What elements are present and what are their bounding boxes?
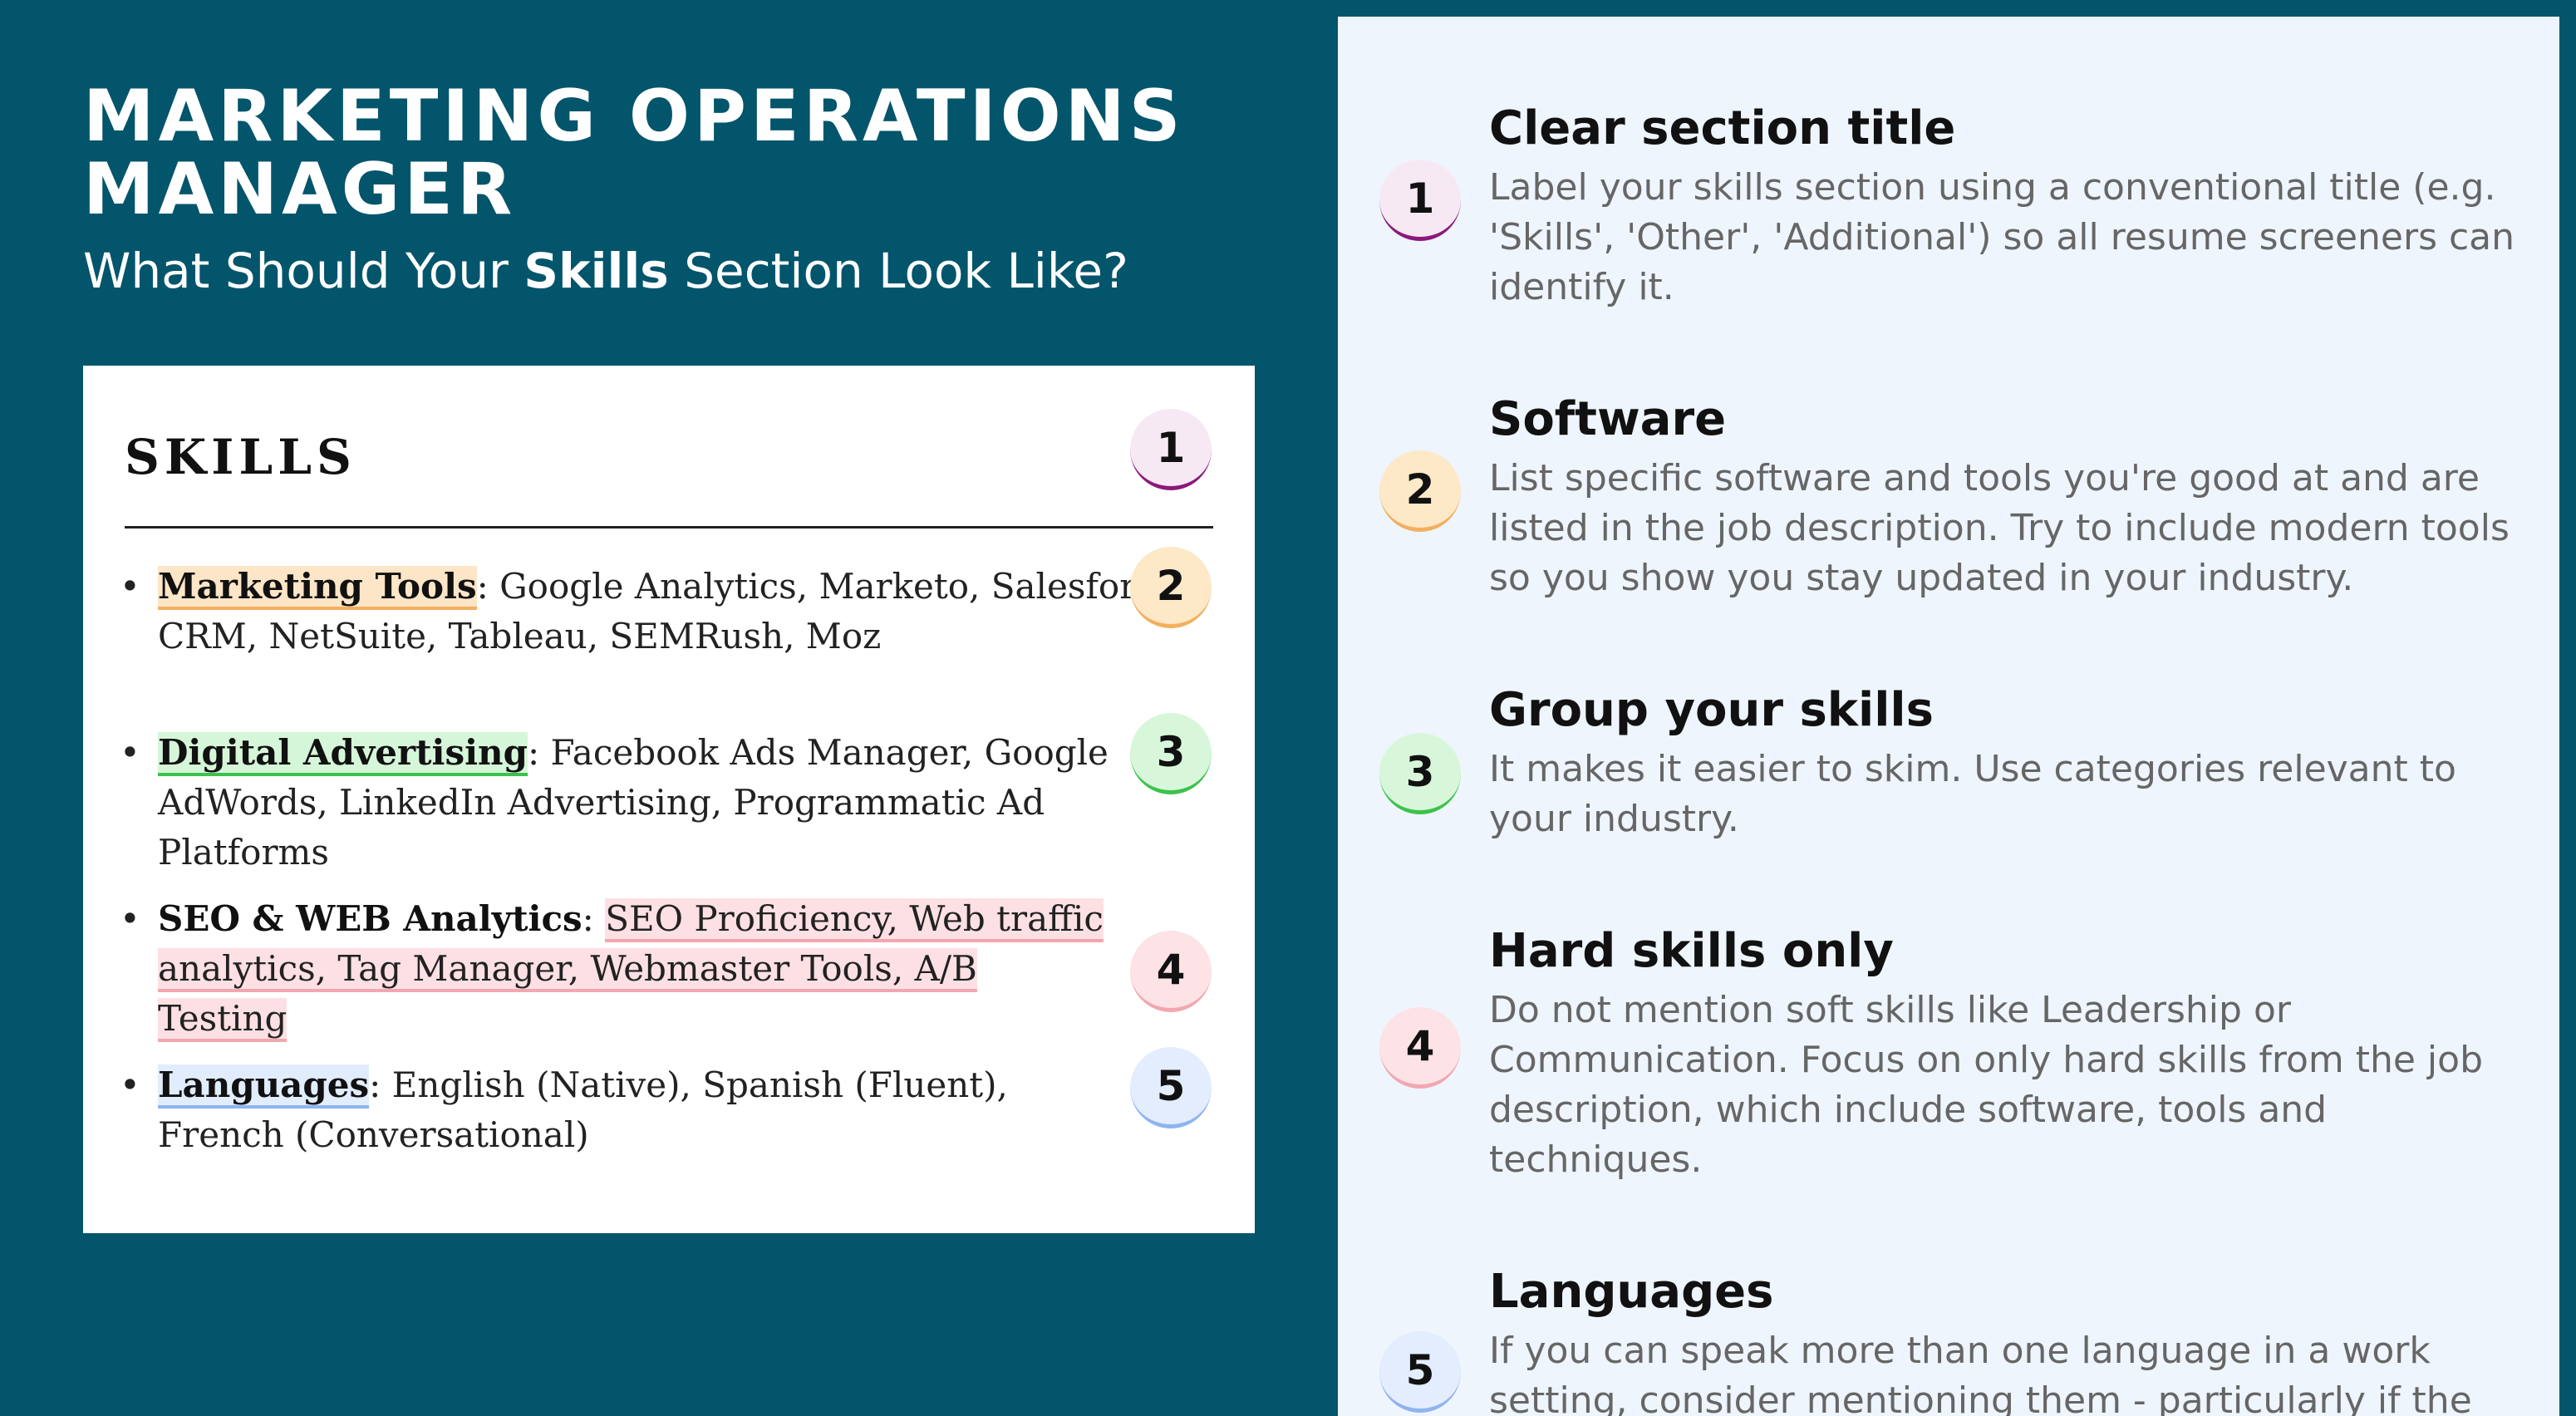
skill-category: Digital Advertising (158, 732, 528, 776)
tip-badge-4: 4 (1379, 1007, 1461, 1089)
badge-5: 5 (1130, 1047, 1212, 1128)
tip-title: Group your skills (1489, 683, 1934, 737)
tips-panel: Clear section title 1 Label your skills … (1338, 17, 2559, 1416)
tip-title: Software (1489, 392, 1727, 446)
skill-item-languages: Languages: English (Native), Spanish (Fl… (120, 1060, 1113, 1160)
skill-category: SEO & WEB Analytics (158, 898, 583, 939)
skills-heading: SKILLS (125, 429, 356, 485)
tip-description: Label your skills section using a conven… (1489, 166, 2515, 308)
skill-separator: : (527, 732, 551, 773)
skill-category: Languages (158, 1064, 370, 1109)
skill-category: Marketing Tools (158, 566, 477, 610)
tip-description: If you can speak more than one language … (1489, 1330, 2472, 1416)
badge-3: 3 (1130, 713, 1212, 794)
tip-badge-1: 1 (1379, 160, 1461, 241)
skill-item-marketing-tools: Marketing Tools: Google Analytics, Marke… (120, 562, 1222, 661)
tip-badge-2: 2 (1379, 450, 1461, 532)
skill-separator: : (369, 1064, 392, 1105)
tip-description: Do not mention soft skills like Leadersh… (1489, 989, 2483, 1181)
tip-title: Clear section title (1489, 101, 1956, 155)
tip-title: Languages (1489, 1265, 1774, 1319)
tip-description: List specific software and tools you're … (1489, 457, 2510, 599)
skill-item-digital-advertising: Digital Advertising: Facebook Ads Manage… (120, 728, 1180, 878)
skill-item-seo-web-analytics: SEO & WEB Analytics: SEO Proficiency, We… (120, 894, 1105, 1044)
page-title: MARKETING OPERATIONS MANAGER (83, 75, 1185, 231)
tip-badge-3: 3 (1379, 733, 1461, 814)
tip-title: Hard skills only (1489, 924, 1894, 978)
subtitle-suffix: Section Look Like? (668, 243, 1128, 299)
badge-2: 2 (1130, 547, 1212, 628)
page-header: MARKETING OPERATIONS MANAGER What Should… (83, 80, 1280, 299)
subtitle-bold: Skills (524, 243, 669, 299)
tip-badge-5: 5 (1379, 1331, 1461, 1413)
tip-description: It makes it easier to skim. Use categori… (1489, 748, 2456, 840)
page-subtitle: What Should Your Skills Section Look Lik… (83, 243, 1280, 299)
badge-1: 1 (1130, 409, 1212, 490)
skills-example-card: SKILLS 1 Marketing Tools: Google Analyti… (83, 366, 1255, 1233)
subtitle-prefix: What Should Your (83, 243, 524, 299)
skill-separator: : (582, 898, 606, 939)
skills-divider (125, 526, 1213, 529)
skill-separator: : (476, 566, 500, 607)
badge-4: 4 (1130, 931, 1212, 1012)
